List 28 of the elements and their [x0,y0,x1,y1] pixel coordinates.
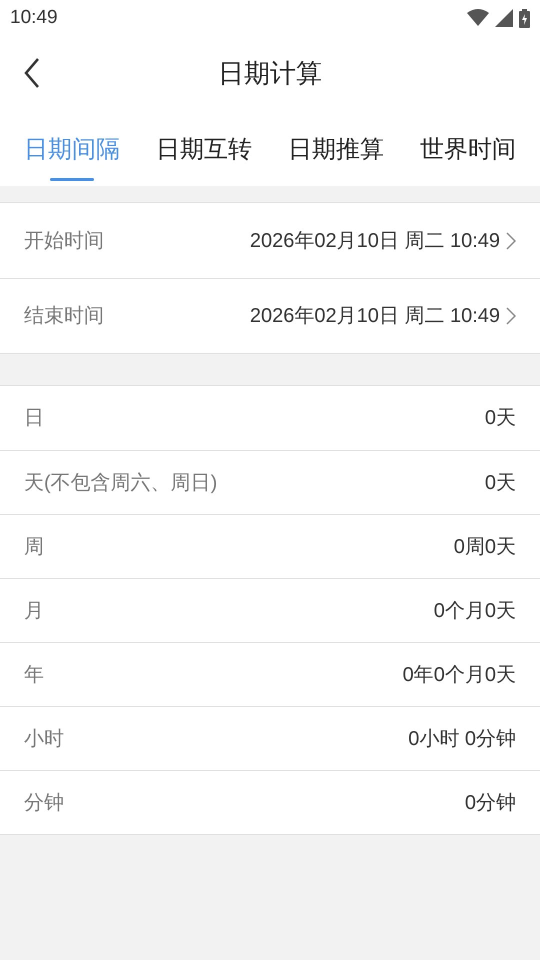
time-row[interactable]: 结束时间 2026年02月10日 周二 10:49 [0,278,540,353]
result-label: 分钟 [24,790,64,816]
result-label: 天(不包含周六、周日) [24,470,218,496]
tab[interactable]: 世界时间 [420,110,516,182]
result-value: 0个月0天 [434,598,516,624]
tab[interactable]: 日期推算 [288,110,384,182]
result-value: 0天 [484,406,516,431]
result-label: 年 [24,662,44,688]
back-icon [24,57,40,89]
chevron-right-icon [506,307,516,325]
status-time: 10:49 [10,6,58,30]
result-value: 0周0天 [454,534,516,560]
result-label: 日 [24,406,44,431]
page-title: 日期计算 [218,56,322,90]
result-label: 周 [24,534,44,560]
result-value: 0年0个月0天 [402,662,516,688]
chevron-right-icon [506,232,516,250]
battery-icon [519,8,530,28]
result-label: 小时 [24,726,64,752]
time-row[interactable]: 开始时间 2026年02月10日 周二 10:49 [0,203,540,278]
signal-icon [495,9,513,27]
result-value: 0分钟 [464,790,516,816]
result-value: 0天 [484,470,516,496]
tab-indicator [50,178,94,181]
wifi-icon [467,9,489,27]
tab[interactable]: 日期互转 [156,110,252,182]
result-value: 0小时 0分钟 [408,726,516,752]
result-label: 月 [24,598,44,624]
